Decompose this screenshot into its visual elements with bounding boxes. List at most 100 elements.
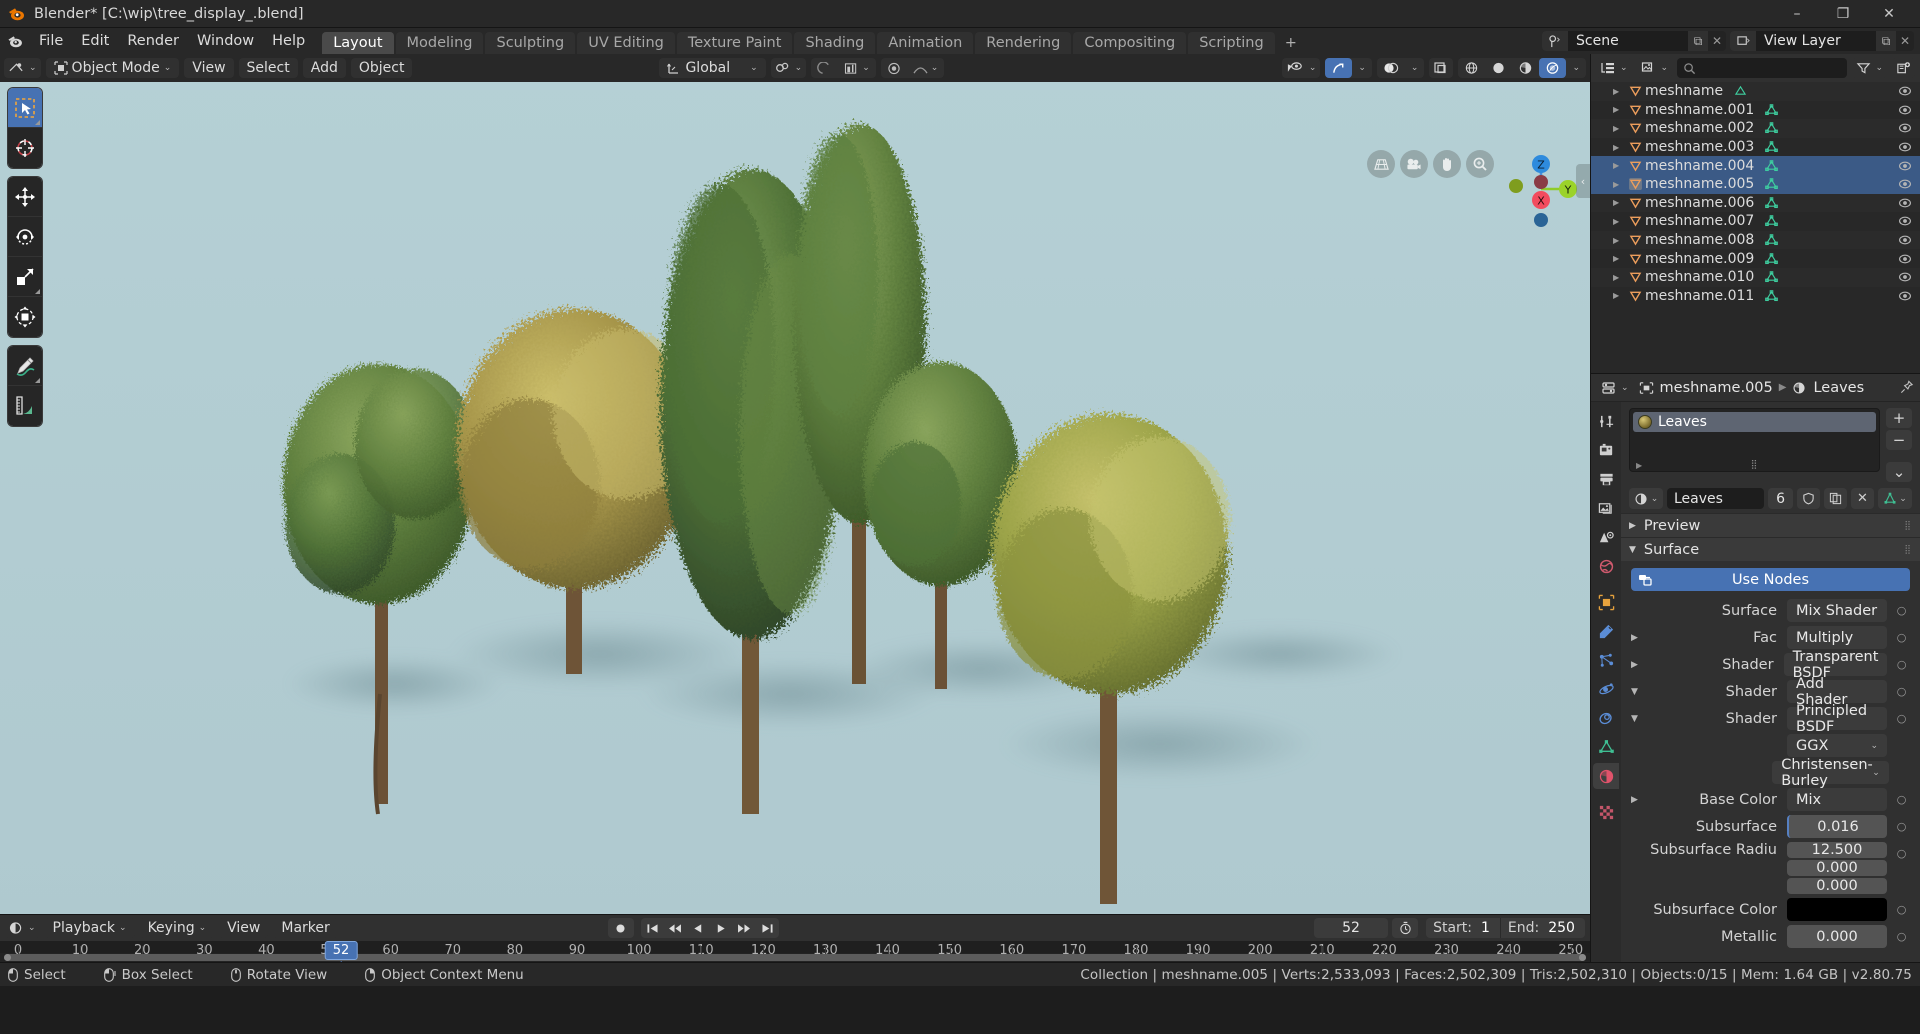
jump-to-start-button[interactable] [641, 918, 664, 938]
proportional-edit-toggle[interactable] [811, 58, 838, 78]
mesh-data-icon[interactable] [1762, 234, 1780, 246]
expand-arrow-icon[interactable]: ▶ [1613, 198, 1625, 207]
minimize-button[interactable]: – [1774, 0, 1820, 28]
base-color-expand-arrow-icon[interactable]: ▶ [1631, 795, 1643, 805]
add-material-slot-button[interactable]: + [1886, 408, 1912, 428]
tool-cursor[interactable] [8, 128, 42, 168]
tab-animation[interactable]: Animation [877, 32, 974, 54]
timeline-playhead[interactable]: 52 [324, 941, 358, 962]
restore-button[interactable]: ❐ [1820, 0, 1866, 28]
visibility-eye-icon[interactable] [1898, 215, 1912, 227]
expand-arrow-icon[interactable]: ▶ [1613, 273, 1625, 282]
tab-particles-icon[interactable] [1593, 647, 1619, 673]
material-name-field[interactable]: Leaves [1667, 488, 1765, 509]
new-viewlayer-button[interactable]: ⧉ [1876, 31, 1896, 51]
tab-object-icon[interactable] [1593, 589, 1619, 615]
end-frame-value[interactable]: 250 [1546, 920, 1585, 936]
subsurface-animate-dot[interactable]: ○ [1893, 815, 1910, 838]
material-users-count[interactable]: 6 [1768, 488, 1793, 509]
tool-transform[interactable] [8, 297, 42, 337]
outliner-editor-type-icon[interactable]: ⌄ [1596, 58, 1632, 78]
record-dot-icon[interactable] [881, 58, 907, 78]
tab-world-icon[interactable] [1593, 553, 1619, 579]
shader-row-value[interactable]: Transparent BSDF [1783, 649, 1888, 681]
outliner-row-meshname-011[interactable]: ▶ meshname.011 [1591, 287, 1920, 306]
timeline-menu-playback[interactable]: Playback ⌄ [44, 918, 135, 938]
tool-scale[interactable] [8, 257, 42, 297]
expand-arrow-icon[interactable]: ▶ [1613, 180, 1625, 189]
frame-range-fields[interactable]: Start: 1 End: 250 [1426, 918, 1585, 938]
viewport-menu-add[interactable]: Add [302, 58, 346, 78]
start-frame-value[interactable]: 1 [1479, 920, 1500, 936]
auto-keyframe-button[interactable] [607, 918, 634, 938]
mesh-data-icon[interactable] [1762, 178, 1780, 190]
subsurface-radius-x[interactable]: 12.500 [1787, 842, 1887, 858]
breadcrumb-object-name[interactable]: meshname.005 [1660, 380, 1773, 396]
mesh-data-icon[interactable] [1762, 290, 1780, 302]
snap-magnet-button[interactable]: ⌄ [770, 58, 807, 78]
outliner-row-meshname-004[interactable]: ▶ meshname.004 [1591, 156, 1920, 175]
timeline-ruler[interactable]: 0102030405060708090100110120130140150160… [0, 941, 1590, 962]
outliner-row-meshname-005[interactable]: ▶ meshname.005 [1591, 174, 1920, 194]
breadcrumb-material-name[interactable]: Leaves [1813, 380, 1864, 396]
gizmo-options-caret[interactable]: ⌄ [1352, 58, 1372, 78]
shader-row-animate-dot[interactable]: ○ [1893, 626, 1910, 649]
visibility-eye-icon[interactable] [1898, 160, 1912, 172]
new-scene-button[interactable]: ⧉ [1688, 31, 1708, 51]
outliner-row-meshname-007[interactable]: ▶ meshname.007 [1591, 212, 1920, 231]
shading-solid-button[interactable] [1485, 58, 1512, 78]
play-button[interactable] [710, 918, 733, 938]
material-data-specials-icon[interactable]: ⌄ [1878, 488, 1912, 509]
tab-layout[interactable]: Layout [322, 32, 394, 54]
visibility-eye-icon[interactable] [1898, 197, 1912, 209]
subsurface-value[interactable]: 0.016 [1787, 815, 1887, 838]
shader-row-animate-dot[interactable]: ○ [1893, 599, 1910, 622]
subsurface-radius-animate-dot[interactable]: ○ [1893, 842, 1910, 865]
outliner-tree[interactable]: ▶ meshname ▶ meshname.001 ▶ meshname.002 ▶ mesh… [1591, 82, 1920, 373]
distribution-select[interactable]: GGX ⌄ [1787, 734, 1887, 757]
tab-sculpting[interactable]: Sculpting [485, 32, 576, 54]
mesh-data-icon[interactable] [1762, 141, 1780, 153]
base-color-animate-dot[interactable]: ○ [1893, 788, 1910, 811]
pin-id-icon[interactable] [1899, 380, 1914, 395]
shader-row-value[interactable]: Add Shader [1787, 676, 1887, 708]
visibility-eye-icon[interactable] [1898, 122, 1912, 134]
mesh-data-icon[interactable] [1762, 252, 1780, 265]
tab-output-icon[interactable] [1593, 466, 1619, 492]
mesh-data-icon[interactable] [1762, 159, 1780, 172]
mesh-data-icon[interactable] [1731, 85, 1749, 97]
shader-row-animate-dot[interactable]: ○ [1893, 680, 1910, 703]
timeline-horizontal-scrollbar[interactable] [0, 953, 1590, 962]
object-mode-selector[interactable]: Object Mode ⌄ [45, 58, 180, 78]
tab-constraints-icon[interactable] [1593, 705, 1619, 731]
overlay-group[interactable]: ⌄ [1376, 58, 1425, 78]
mesh-data-icon[interactable] [1762, 271, 1780, 283]
shading-wireframe-button[interactable] [1458, 58, 1485, 78]
new-material-copy-icon[interactable] [1824, 488, 1847, 509]
metallic-animate-dot[interactable]: ○ [1893, 925, 1910, 948]
mesh-data-icon[interactable] [1762, 215, 1780, 227]
visibility-eye-icon[interactable] [1898, 85, 1912, 97]
play-reverse-button[interactable] [687, 918, 710, 938]
tab-tool-icon[interactable] [1593, 408, 1619, 434]
tab-material-icon[interactable] [1593, 763, 1619, 789]
tab-scripting[interactable]: Scripting [1188, 32, 1275, 54]
menu-window[interactable]: Window [188, 28, 263, 54]
remove-material-slot-button[interactable]: − [1886, 430, 1912, 450]
tab-shading[interactable]: Shading [794, 32, 876, 54]
visibility-eye-icon[interactable] [1898, 290, 1912, 302]
shading-options-caret[interactable]: ⌄ [1566, 58, 1586, 78]
tool-measure[interactable] [8, 386, 42, 426]
expand-arrow-icon[interactable]: ▶ [1613, 87, 1625, 96]
menu-file[interactable]: File [30, 28, 72, 54]
panel-preview-header[interactable]: ▶ Preview ⣿ [1621, 513, 1920, 537]
expand-arrow-icon[interactable]: ▶ [1613, 105, 1625, 114]
tab-texture-paint[interactable]: Texture Paint [676, 32, 793, 54]
subsurface-color-swatch[interactable] [1787, 898, 1887, 921]
visibility-selector[interactable]: ⌄ [1281, 58, 1321, 78]
shader-row-expand-arrow-icon[interactable]: ▶ [1631, 660, 1643, 670]
show-overlays-toggle[interactable] [1377, 58, 1405, 78]
next-keyframe-button[interactable] [733, 918, 756, 938]
camera-icon[interactable] [1400, 150, 1428, 178]
shader-row-value[interactable]: Mix Shader [1787, 599, 1887, 622]
